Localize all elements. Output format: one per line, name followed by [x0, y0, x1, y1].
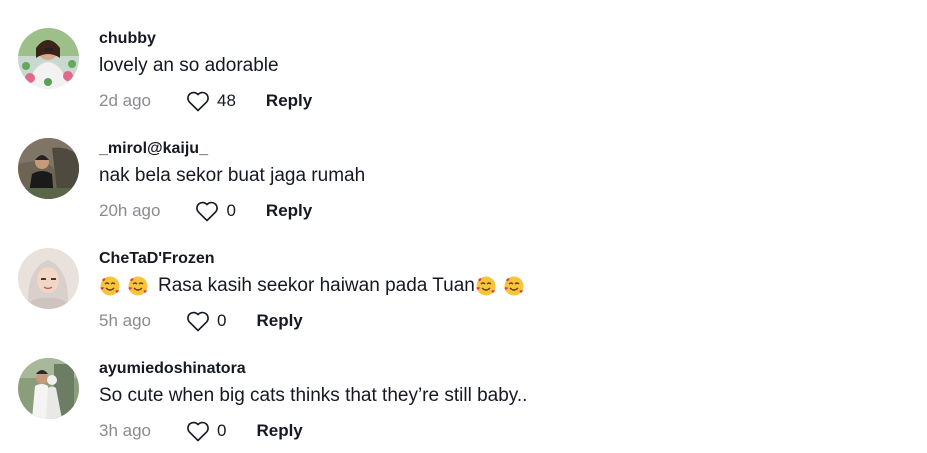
comment-username[interactable]: _mirol@kaiju_ — [99, 140, 208, 158]
avatar-couple-wedding-icon — [18, 358, 79, 419]
avatar-woman-hijab-icon — [18, 248, 79, 309]
smiling-face-with-hearts-icon — [475, 275, 497, 297]
comment-meta: 20h ago 0 Reply — [99, 200, 312, 222]
reply-button[interactable]: Reply — [256, 421, 302, 441]
comment-item: ayumiedoshinatora So cute when big cats … — [0, 358, 927, 453]
comment-meta: 2d ago 48 Reply — [99, 90, 312, 112]
avatar[interactable] — [18, 248, 79, 309]
smiling-face-with-hearts-icon — [99, 275, 121, 297]
like-count: 0 — [217, 421, 227, 440]
comment-item: chubby lovely an so adorable 2d ago 48 R… — [0, 28, 927, 132]
comment-text: nak bela sekor buat jaga rumah — [99, 165, 365, 187]
comment-item: CheTaD'Frozen Rasa kasih seekor haiwan p… — [0, 248, 927, 352]
like-count: 0 — [226, 201, 236, 220]
comment-meta: 5h ago 0 Reply — [99, 310, 303, 332]
avatar[interactable] — [18, 358, 79, 419]
reply-button[interactable]: Reply — [266, 201, 312, 221]
avatar-woman-flowers-icon — [18, 28, 79, 89]
avatar-man-rocks-icon — [18, 138, 79, 199]
heart-outline-icon — [187, 91, 209, 112]
heart-outline-icon — [187, 311, 209, 332]
comment-text-content: Rasa kasih seekor haiwan pada Tuan — [158, 275, 475, 296]
comment-time: 2d ago — [99, 91, 151, 110]
comment-time: 3h ago — [99, 421, 151, 440]
comment-text: Rasa kasih seekor haiwan pada Tuan — [99, 275, 525, 297]
like-button[interactable]: 0 — [195, 200, 236, 222]
comment-time: 5h ago — [99, 311, 151, 330]
avatar[interactable] — [18, 28, 79, 89]
comment-username[interactable]: ayumiedoshinatora — [99, 360, 246, 378]
heart-outline-icon — [187, 421, 209, 442]
comment-username[interactable]: CheTaD'Frozen — [99, 250, 215, 268]
comment-text-content: nak bela sekor buat jaga rumah — [99, 165, 366, 186]
comment-text: So cute when big cats thinks that they’r… — [99, 385, 527, 407]
smiling-face-with-hearts-icon — [503, 275, 525, 297]
comment-text-content: So cute when big cats thinks that they’r… — [99, 385, 528, 406]
comment-text: lovely an so adorable — [99, 55, 279, 77]
comment-meta: 3h ago 0 Reply — [99, 420, 303, 442]
heart-outline-icon — [196, 201, 219, 222]
like-count: 0 — [217, 311, 227, 330]
comment-username[interactable]: chubby — [99, 30, 156, 48]
reply-button[interactable]: Reply — [266, 91, 312, 111]
comment-list: chubby lovely an so adorable 2d ago 48 R… — [0, 0, 927, 453]
like-button[interactable]: 0 — [186, 310, 226, 332]
like-button[interactable]: 0 — [186, 420, 226, 442]
comment-text-content: lovely an so adorable — [99, 55, 279, 76]
reply-button[interactable]: Reply — [256, 311, 302, 331]
like-count: 48 — [217, 91, 236, 110]
smiling-face-with-hearts-icon — [127, 275, 149, 297]
comment-time: 20h ago — [99, 201, 161, 220]
like-button[interactable]: 48 — [186, 90, 236, 112]
comment-item: _mirol@kaiju_ nak bela sekor buat jaga r… — [0, 138, 927, 242]
avatar[interactable] — [18, 138, 79, 199]
